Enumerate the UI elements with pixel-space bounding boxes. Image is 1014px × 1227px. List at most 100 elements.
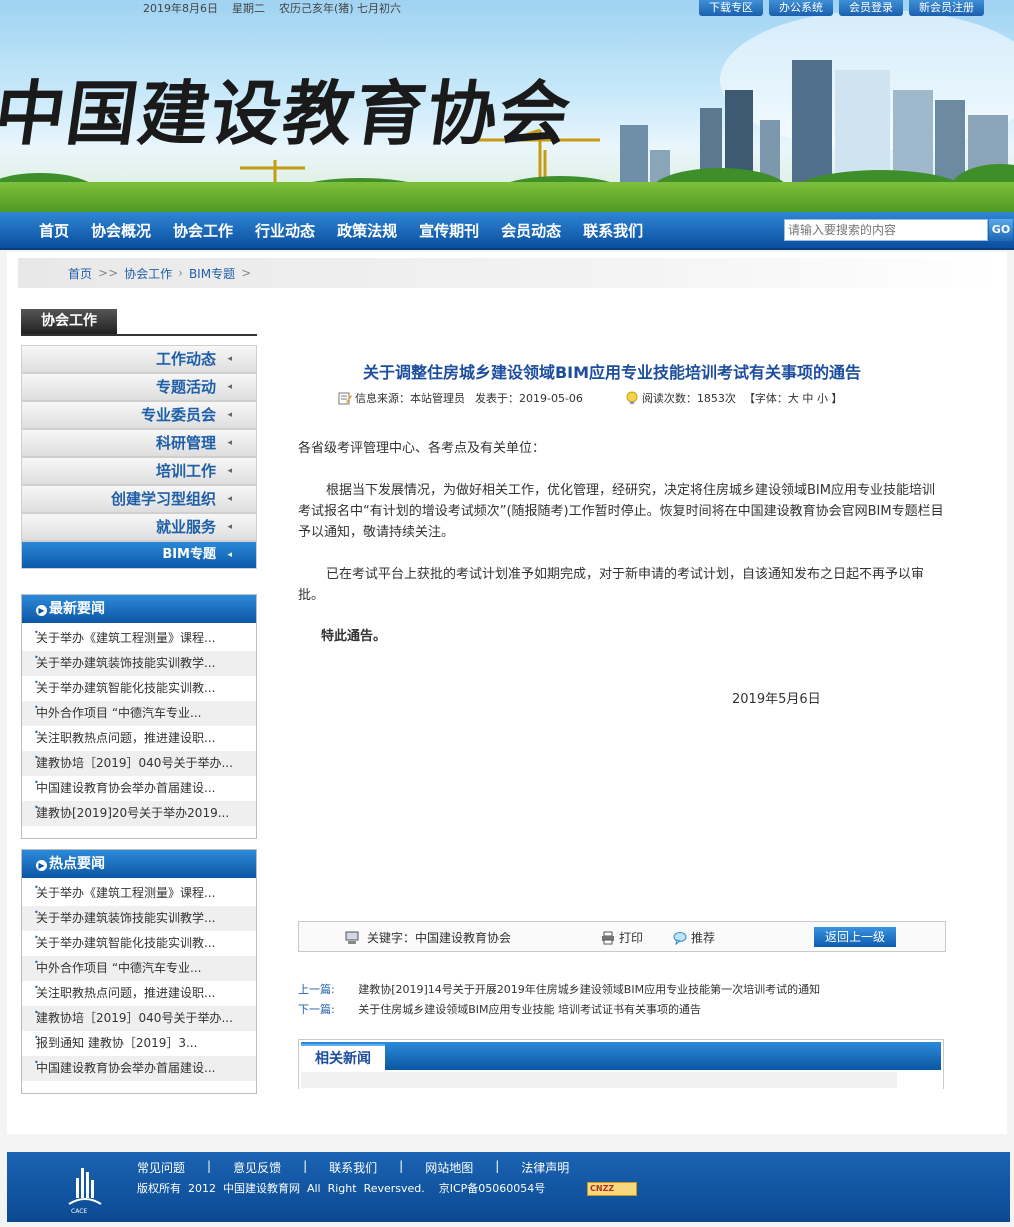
- nav-item-overview[interactable]: 协会概况: [80, 212, 162, 250]
- cnzz-stats-badge[interactable]: CNZZ: [587, 1182, 637, 1196]
- nav-item-industry[interactable]: 行业动态: [244, 212, 326, 250]
- breadcrumb: 首页 >> 协会工作 › BIM专题 >: [18, 258, 1003, 288]
- meta-source: 信息来源：本站管理员: [355, 392, 465, 405]
- nav-item-periodicals[interactable]: 宣传期刊: [408, 212, 490, 250]
- search-go-button[interactable]: GO: [989, 219, 1013, 241]
- sidebar-item-research[interactable]: 科研管理: [21, 429, 257, 457]
- sidebar-title-bar: 协会工作: [21, 309, 257, 336]
- nav-item-work[interactable]: 协会工作: [162, 212, 244, 250]
- nav-item-member-news[interactable]: 会员动态: [490, 212, 572, 250]
- list-item[interactable]: 关于举办《建筑工程测量》课程...: [22, 626, 256, 651]
- site-header: 2019年8月6日 星期二 农历己亥年(猪) 七月初六 下载专区 办公系统 会员…: [0, 0, 1014, 212]
- list-item[interactable]: 建教协培［2019］040号关于举办...: [22, 751, 256, 776]
- related-news-tab[interactable]: 相关新闻: [301, 1044, 385, 1070]
- play-circle-icon: ▶: [36, 860, 47, 871]
- next-article: 下一篇: 关于住房城乡建设领域BIM应用专业技能 培训考试证书有关事项的通告: [298, 1001, 701, 1017]
- footer-sep: |: [303, 1159, 308, 1173]
- top-link-office[interactable]: 办公系统: [769, 0, 833, 16]
- article-title: 关于调整住房城乡建设领域BIM应用专业技能培训考试有关事项的通告: [362, 363, 862, 382]
- latest-news-box: ▶最新要闻 关于举办《建筑工程测量》课程... 关于举办建筑装饰技能实训教学..…: [21, 594, 257, 839]
- related-news-list: [301, 1072, 897, 1088]
- list-item[interactable]: 建教协培［2019］040号关于举办...: [22, 1006, 256, 1031]
- play-circle-icon: ▶: [36, 605, 47, 616]
- list-item[interactable]: 报到通知 建教协［2019］3...: [22, 1031, 256, 1056]
- prev-article: 上一篇: 建教协[2019]14号关于开展2019年住房城乡建设领域BIM应用专…: [298, 981, 820, 997]
- list-item[interactable]: 中国建设教育协会举办首届建设...: [22, 776, 256, 801]
- next-article-link[interactable]: 关于住房城乡建设领域BIM应用专业技能 培训考试证书有关事项的通告: [358, 1003, 701, 1016]
- list-item[interactable]: 中外合作项目 “中德汽车专业...: [22, 956, 256, 981]
- search-input[interactable]: [784, 219, 988, 241]
- article-sign-date: 2019年5月6日: [732, 692, 821, 707]
- sidebar-item-committees[interactable]: 专业委员会: [21, 401, 257, 429]
- article-paragraph-1: 根据当下发展情况，为做好相关工作，优化管理，经研究，决定将住房城乡建设领域BIM…: [298, 483, 944, 540]
- meta-views: 阅读次数：1853次: [641, 392, 736, 405]
- breadcrumb-bim[interactable]: BIM专题: [189, 265, 235, 282]
- breadcrumb-home[interactable]: 首页: [68, 265, 92, 282]
- related-news-box: 相关新闻: [298, 1039, 944, 1089]
- breadcrumb-tail: >: [241, 266, 252, 280]
- next-label: 下一篇:: [298, 1003, 335, 1016]
- recommend-label: 推荐: [691, 931, 716, 945]
- list-item[interactable]: 关于举办建筑装饰技能实训教学...: [22, 906, 256, 931]
- lightbulb-icon: [626, 391, 638, 404]
- sidebar-title: 协会工作: [21, 309, 117, 334]
- print-button[interactable]: 打印: [601, 929, 643, 946]
- svg-text:CACE: CACE: [71, 1208, 87, 1214]
- footer-sep: |: [207, 1159, 212, 1173]
- list-item[interactable]: 关于举办《建筑工程测量》课程...: [22, 881, 256, 906]
- computer-icon: [345, 931, 359, 944]
- keywords-text: 关键字：中国建设教育协会: [367, 931, 512, 945]
- footer-link-feedback[interactable]: 意见反馈: [233, 1159, 281, 1176]
- footer-links: 常见问题 | 意见反馈 | 联系我们 | 网站地图 | 法律声明: [137, 1159, 569, 1176]
- top-link-login[interactable]: 会员登录: [839, 0, 903, 16]
- sidebar-item-training[interactable]: 培训工作: [21, 457, 257, 485]
- edit-note-icon: [338, 392, 352, 405]
- sidebar-item-bim[interactable]: BIM专题: [21, 541, 257, 569]
- hot-news-box: ▶热点要闻 关于举办《建筑工程测量》课程... 关于举办建筑装饰技能实训教学..…: [21, 849, 257, 1094]
- footer-link-sitemap[interactable]: 网站地图: [425, 1159, 473, 1176]
- list-item[interactable]: 关注职教热点问题，推进建设职...: [22, 726, 256, 751]
- list-item[interactable]: 中外合作项目 “中德汽车专业...: [22, 701, 256, 726]
- cace-logo-icon: CACE: [68, 1168, 102, 1214]
- sidebar-item-learning-org[interactable]: 创建学习型组织: [21, 485, 257, 513]
- article-toolbar: 关键字：中国建设教育协会 打印 推荐 返回上一级: [298, 921, 946, 952]
- site-footer: CACE 常见问题 | 意见反馈 | 联系我们 | 网站地图 | 法律声明 版权…: [7, 1152, 1010, 1222]
- breadcrumb-sep: ›: [178, 266, 183, 280]
- latest-news-title: 最新要闻: [49, 601, 105, 617]
- font-size-switch[interactable]: 【字体：大 中 小 】: [744, 390, 843, 406]
- latest-news-header: ▶ 最新要闻: [22, 595, 256, 623]
- date-line: 2019年8月6日 星期二 农历己亥年(猪) 七月初六: [143, 2, 402, 15]
- list-item[interactable]: 中国建设教育协会举办首届建设...: [22, 1056, 256, 1081]
- footer-sep: |: [495, 1159, 500, 1173]
- article-salutation: 各省级考评管理中心、各考点及有关单位：: [298, 441, 546, 456]
- breadcrumb-sep: >>: [98, 266, 119, 280]
- keywords: 关键字：中国建设教育协会: [345, 929, 511, 946]
- sidebar-item-special-events[interactable]: 专题活动: [21, 373, 257, 401]
- list-item[interactable]: 关于举办建筑智能化技能实训教...: [22, 676, 256, 701]
- footer-link-contact[interactable]: 联系我们: [329, 1159, 377, 1176]
- site-logo-text: 中国建设教育协会: [0, 72, 578, 155]
- footer-link-legal[interactable]: 法律声明: [521, 1159, 569, 1176]
- sidebar-menu: 工作动态 专题活动 专业委员会 科研管理 培训工作 创建学习型组织 就业服务 B…: [21, 345, 257, 569]
- breadcrumb-work[interactable]: 协会工作: [124, 265, 172, 282]
- nav-item-home[interactable]: 首页: [28, 212, 80, 250]
- sidebar-item-work-news[interactable]: 工作动态: [21, 345, 257, 373]
- top-link-register[interactable]: 新会员注册: [909, 0, 984, 16]
- recommend-button[interactable]: 推荐: [673, 929, 715, 946]
- article-closing: 特此通告。: [321, 629, 387, 644]
- back-button[interactable]: 返回上一级: [814, 927, 896, 947]
- printer-icon: [602, 931, 614, 944]
- sidebar-item-employment[interactable]: 就业服务: [21, 513, 257, 541]
- list-item[interactable]: 建教协[2019]20号关于举办2019...: [22, 801, 256, 826]
- nav-item-policy[interactable]: 政策法规: [326, 212, 408, 250]
- footer-link-faq[interactable]: 常见问题: [137, 1159, 185, 1176]
- related-news-bar: [301, 1042, 941, 1070]
- prev-label: 上一篇:: [298, 983, 335, 996]
- top-link-download[interactable]: 下载专区: [699, 0, 763, 16]
- list-item[interactable]: 关于举办建筑装饰技能实训教学...: [22, 651, 256, 676]
- grass-strip: [0, 182, 1014, 212]
- list-item[interactable]: 关注职教热点问题，推进建设职...: [22, 981, 256, 1006]
- nav-item-contact[interactable]: 联系我们: [572, 212, 654, 250]
- list-item[interactable]: 关于举办建筑智能化技能实训教...: [22, 931, 256, 956]
- prev-article-link[interactable]: 建教协[2019]14号关于开展2019年住房城乡建设领域BIM应用专业技能第一…: [358, 983, 820, 996]
